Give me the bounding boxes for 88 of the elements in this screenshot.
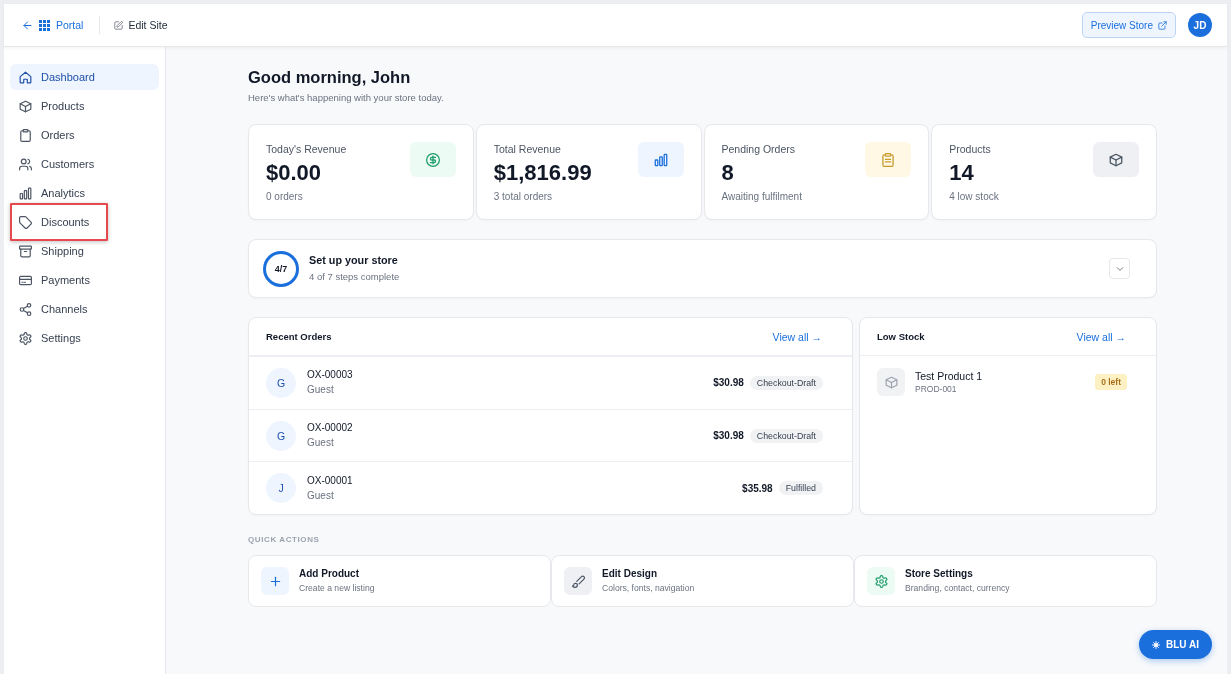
stat-value: $0.00 [266, 160, 322, 186]
action-title: Add Product [299, 568, 359, 580]
external-link-icon [1158, 20, 1167, 30]
progress-ring: 4/7 [263, 250, 299, 287]
status-badge: Fulfilled [778, 481, 823, 496]
view-all-link[interactable]: View all → [772, 330, 822, 343]
action-title: Edit Design [602, 568, 657, 580]
plus-icon [261, 567, 289, 595]
sidebar-item[interactable]: Products [10, 93, 159, 119]
customer-avatar: G [266, 420, 296, 451]
sidebar-item[interactable]: Shipping [10, 238, 159, 264]
product-name[interactable]: Test Product 1 [915, 369, 983, 383]
grid-icon [39, 19, 50, 31]
order-number[interactable]: OX-00001 [307, 474, 353, 487]
action-description: Branding, contact, currency [905, 583, 1010, 594]
back-arrow-icon [22, 19, 33, 31]
sidebar-item[interactable]: Analytics [10, 180, 159, 206]
stat-note: 4 low stock [949, 191, 999, 203]
greeting-subtitle: Here's what's happening with your store today. [248, 92, 444, 104]
paintbrush-icon [564, 567, 592, 595]
greeting-title: Good morning, John [248, 67, 411, 87]
stat-label: Today's Revenue [266, 143, 347, 156]
panel-title: Low Stock [877, 331, 925, 342]
action-description: Create a new listing [299, 583, 375, 594]
order-amount: $30.98 [713, 377, 744, 389]
action-description: Colors, fonts, navigation [602, 583, 695, 594]
stat-value: $1,816.99 [493, 160, 592, 186]
bar-chart-icon [637, 142, 684, 177]
view-all-link[interactable]: View all → [1076, 330, 1126, 343]
user-avatar[interactable]: JD [1188, 13, 1212, 37]
bar-chart-icon [19, 186, 32, 200]
sidebar-item[interactable]: Discounts [10, 209, 159, 235]
assistant-button[interactable]: BLU AI [1139, 630, 1212, 659]
credit-card-icon [19, 273, 32, 287]
sidebar-item[interactable]: Dashboard [10, 64, 159, 90]
sidebar-item[interactable]: Channels [10, 296, 159, 322]
stat-value: 8 [721, 160, 734, 186]
panel-title: Recent Orders [266, 331, 332, 342]
stat-note: Awaiting fulfilment [721, 191, 802, 203]
customer-name: Guest [307, 384, 334, 397]
archive-box-icon [19, 244, 32, 258]
order-number[interactable]: OX-00003 [307, 369, 353, 382]
stat-note: 0 orders [266, 191, 303, 203]
setup-title: Set up your store [309, 254, 398, 267]
stat-label: Products [949, 143, 991, 156]
clipboard-list-icon [865, 142, 912, 177]
settings-icon [19, 331, 32, 345]
stat-label: Total Revenue [493, 143, 561, 156]
settings-icon [867, 567, 895, 595]
sidebar-item[interactable]: Customers [10, 151, 159, 177]
quick-action-card[interactable]: Edit Design Colors, fonts, navigation [551, 555, 854, 607]
sidebar-item[interactable]: Orders [10, 122, 159, 148]
home-icon [19, 70, 32, 84]
dollar-icon [409, 142, 456, 177]
stat-value: 14 [949, 160, 974, 186]
sidebar-item[interactable]: Settings [10, 325, 159, 351]
quick-action-card[interactable]: Add Product Create a new listing [248, 555, 551, 607]
section-heading: QUICK ACTIONS [248, 534, 320, 545]
share-nodes-icon [19, 302, 32, 316]
pencil-square-icon [114, 20, 124, 30]
status-badge: Checkout-Draft [749, 428, 823, 443]
action-title: Store Settings [905, 568, 973, 580]
cube-icon [19, 99, 32, 113]
status-badge: Checkout-Draft [749, 375, 823, 390]
expand-button[interactable] [1109, 258, 1130, 279]
stat-label: Pending Orders [721, 143, 796, 156]
portal-link[interactable]: Portal [22, 19, 84, 31]
users-icon [19, 157, 32, 171]
customer-name: Guest [307, 437, 334, 449]
order-amount: $35.98 [742, 482, 773, 494]
tag-icon [19, 215, 32, 229]
customer-avatar: G [266, 367, 296, 398]
cube-icon [877, 368, 905, 396]
order-number[interactable]: OX-00002 [307, 422, 353, 434]
cube-icon [1093, 142, 1139, 177]
quick-action-card[interactable]: Store Settings Branding, contact, currency [854, 555, 1157, 607]
preview-store-button[interactable]: Preview Store [1081, 12, 1176, 38]
sidebar-item[interactable]: Payments [10, 267, 159, 293]
stock-badge: 0 left [1095, 374, 1127, 390]
clipboard-icon [19, 128, 32, 142]
setup-subtitle: 4 of 7 steps complete [309, 271, 400, 283]
customer-avatar: J [266, 473, 296, 504]
customer-name: Guest [307, 489, 334, 502]
sparkle-icon [1152, 640, 1161, 649]
edit-site-link[interactable]: Edit Site [114, 19, 168, 31]
stat-note: 3 total orders [493, 191, 553, 203]
order-amount: $30.98 [713, 430, 744, 441]
product-sku: PROD-001 [915, 383, 957, 395]
